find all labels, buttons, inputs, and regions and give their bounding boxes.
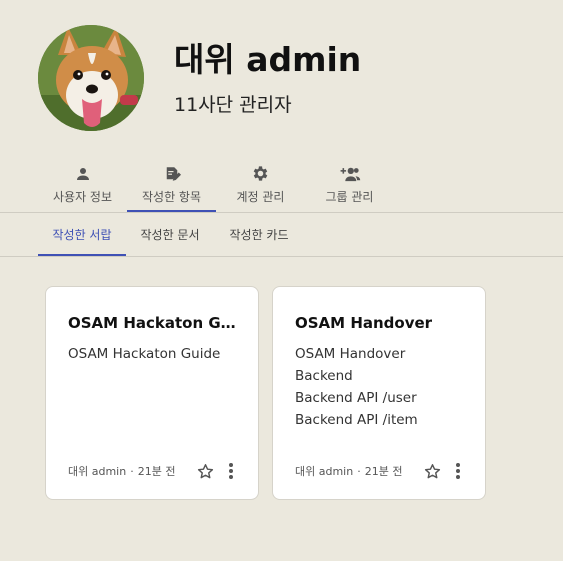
star-icon[interactable]	[419, 459, 445, 483]
card-meta: 대위 admin · 21분 전	[295, 463, 419, 479]
avatar	[38, 25, 144, 131]
meta-separator: ·	[357, 465, 361, 478]
profile-role: 11사단 관리자	[174, 93, 292, 116]
card-footer: 대위 admin · 21분 전	[295, 459, 471, 483]
tab-label: 사용자 정보	[52, 189, 112, 204]
tab-account-settings[interactable]: 계정 관리	[216, 156, 305, 212]
main-tabs: 사용자 정보 작성한 항목 계정 관리 그룹 관리	[38, 156, 394, 212]
tab-written-items[interactable]: 작성한 항목	[127, 156, 216, 212]
subtab-written-drawers[interactable]: 작성한 서랍	[38, 213, 126, 256]
drawer-card[interactable]: OSAM Handover OSAM Handover Backend Back…	[272, 286, 486, 500]
tab-group-management[interactable]: 그룹 관리	[305, 156, 394, 212]
subtab-written-documents[interactable]: 작성한 문서	[126, 213, 214, 256]
card-title: OSAM Hackaton Guide	[68, 314, 236, 332]
profile-header: 대위 admin 11사단 관리자	[38, 25, 361, 131]
person-icon	[74, 164, 92, 184]
card-line: Backend	[295, 368, 353, 384]
gear-icon	[251, 164, 270, 184]
card-time: 21분 전	[137, 465, 176, 478]
card-body: OSAM Handover Backend Backend API /user …	[295, 343, 463, 431]
drawer-card[interactable]: OSAM Hackaton Guide OSAM Hackaton Guide …	[45, 286, 259, 500]
tab-label: 작성한 항목	[141, 189, 201, 204]
card-line: OSAM Hackaton Guide	[68, 346, 221, 362]
tab-label: 그룹 관리	[325, 189, 374, 204]
profile-name: 대위 admin	[174, 39, 362, 79]
card-time: 21분 전	[364, 465, 403, 478]
card-author: 대위 admin	[295, 465, 354, 478]
card-title: OSAM Handover	[295, 314, 433, 332]
card-line: Backend API /user	[295, 390, 417, 406]
star-icon[interactable]	[192, 459, 218, 483]
group-add-icon	[339, 164, 361, 184]
card-line: Backend API /item	[295, 412, 418, 428]
profile-text: 대위 admin 11사단 관리자	[174, 40, 361, 117]
meta-separator: ·	[130, 465, 134, 478]
tab-user-info[interactable]: 사용자 정보	[38, 156, 127, 212]
card-meta: 대위 admin · 21분 전	[68, 463, 192, 479]
subtabs-divider	[0, 256, 563, 257]
tab-label: 계정 관리	[236, 189, 285, 204]
edit-note-icon	[163, 164, 181, 184]
card-body: OSAM Hackaton Guide	[68, 343, 236, 365]
card-author: 대위 admin	[68, 465, 127, 478]
subtab-written-cards[interactable]: 작성한 카드	[214, 213, 304, 256]
card-line: OSAM Handover	[295, 346, 406, 362]
sub-tabs: 작성한 서랍 작성한 문서 작성한 카드	[38, 213, 304, 256]
more-vert-icon[interactable]	[218, 459, 244, 483]
card-footer: 대위 admin · 21분 전	[68, 459, 244, 483]
more-vert-icon[interactable]	[445, 459, 471, 483]
